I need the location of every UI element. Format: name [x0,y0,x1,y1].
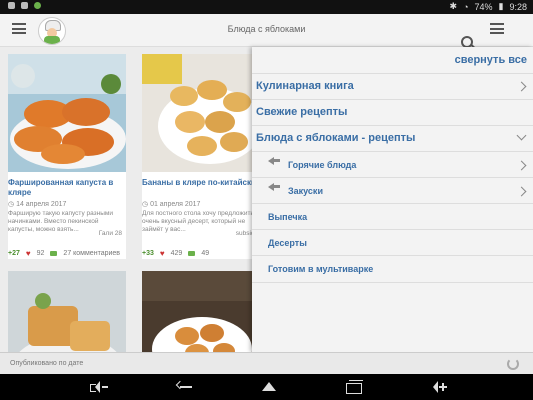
android-icon [21,2,28,9]
back-icon[interactable] [175,380,194,394]
recipe-card[interactable]: Фаршированная капуста в кляре ◷ 14 апрел… [8,54,126,259]
menu-item-hot-dishes[interactable]: Горячие блюда [252,151,533,178]
comment-icon [50,251,58,256]
page-title: Блюда с яблоками [227,24,306,34]
status-bar: ✱ ◔ 74% ▮ 9:28 [0,0,533,14]
recipe-image[interactable] [142,54,260,172]
chevron-right-icon[interactable] [516,186,527,197]
menu-item-multicooker[interactable]: Готовим в мультиварке [252,255,533,283]
recipe-image[interactable] [142,271,260,352]
likes-count: 92 [36,250,45,257]
recipe-title[interactable]: Бананы в кляре по-китайски [142,178,260,188]
back-arrow-icon [268,156,280,165]
recipe-stats: +27 ♥ 92 27 комментариев [8,249,120,258]
back-arrow-icon [268,182,280,191]
options-menu-icon[interactable] [490,23,504,34]
recipe-image[interactable] [8,54,126,172]
recent-apps-icon[interactable] [346,380,364,394]
volume-down-icon[interactable] [90,380,108,394]
recipe-image[interactable] [8,271,126,352]
menu-item-fresh-recipes[interactable]: Свежие рецепты [252,99,533,126]
bluetooth-icon: ✱ [449,1,458,11]
battery-level: 74% [474,1,493,12]
system-nav-bar [0,374,533,400]
comment-icon [188,251,196,256]
sort-bar: Опубликовано по дате [0,352,533,375]
volume-up-icon[interactable] [428,380,448,394]
recipe-card[interactable] [8,271,126,352]
rating-value: +33 [142,250,154,257]
heart-icon: ♥ [159,249,165,258]
collapse-all-link[interactable]: свернуть все [455,54,527,66]
menu-item-snacks[interactable]: Закуски [252,177,533,204]
wifi-icon: ◔ [463,1,469,12]
likes-count: 429 [170,250,183,257]
sort-status: Опубликовано по дате [10,360,84,367]
recipe-card[interactable]: Бананы в кляре по-китайски ◷ 01 апреля 2… [142,54,260,259]
chevron-right-icon[interactable] [516,81,527,92]
recipe-title[interactable]: Фаршированная капуста в кляре [8,178,126,198]
chevron-down-icon[interactable] [516,130,527,141]
menu-item-desserts[interactable]: Десерты [252,229,533,256]
notification-icon [8,2,15,9]
shield-icon [34,2,41,9]
comments-count[interactable]: 27 комментариев [63,250,120,257]
recipe-card[interactable] [142,271,260,352]
app-bar: Блюда с яблоками [0,14,533,48]
refresh-icon[interactable] [507,358,519,370]
menu-item-apple-dishes[interactable]: Блюда с яблоками - рецепты [252,125,533,152]
clock: 9:28 [509,1,527,12]
home-icon[interactable] [260,380,278,394]
recipe-date: ◷ 14 апреля 2017 [8,201,67,208]
recipe-stats: +33 ♥ 429 49 [142,249,209,258]
menu-item-cookbook[interactable]: Кулинарная книга [252,73,533,100]
battery-icon: ▮ [498,1,504,11]
category-panel: свернуть все Кулинарная книга Свежие рец… [252,47,533,352]
rating-value: +27 [8,250,20,257]
heart-icon: ♥ [25,249,31,258]
comments-count[interactable]: 49 [201,250,209,257]
chevron-right-icon[interactable] [516,160,527,171]
menu-item-baking[interactable]: Выпечка [252,203,533,230]
recipe-date: ◷ 01 апреля 2017 [142,201,201,208]
recipe-author[interactable]: Гали 28 [99,230,122,237]
